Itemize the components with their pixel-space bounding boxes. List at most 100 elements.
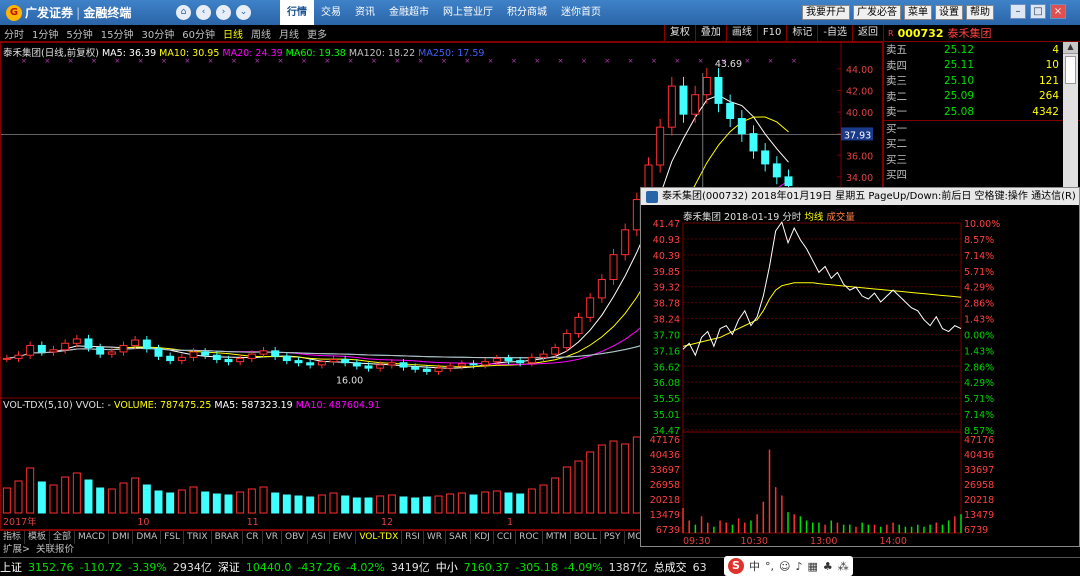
forward-icon[interactable]: › xyxy=(216,5,231,20)
popup-right-tick: 0.00% xyxy=(964,330,994,341)
period-more[interactable]: 更多 xyxy=(303,26,331,41)
return-button[interactable]: 返回 xyxy=(852,25,883,41)
home-icon[interactable]: ⌂ xyxy=(176,5,191,20)
mark-button[interactable]: 标记 xyxy=(786,25,817,41)
open-account-button[interactable]: 我要开户 xyxy=(802,5,850,20)
event-marker: × xyxy=(488,57,494,65)
f10-button[interactable]: F10 xyxy=(756,25,786,41)
ime-keyboard-icon[interactable]: ▦ xyxy=(808,560,818,573)
indicator-tab-23[interactable]: PSY xyxy=(601,530,625,544)
indicator-tab-1[interactable]: 模板 xyxy=(25,530,51,544)
indicator-tab-15[interactable]: RSI xyxy=(402,530,424,544)
indicator-tab-11[interactable]: OBV xyxy=(282,530,309,544)
period-60min[interactable]: 60分钟 xyxy=(178,26,219,41)
indicator-tab-9[interactable]: CR xyxy=(243,530,263,544)
ime-lang-icon[interactable]: 中 xyxy=(749,558,760,574)
back-icon[interactable]: ‹ xyxy=(196,5,211,20)
indicator-tab-2[interactable]: 全部 xyxy=(50,530,76,544)
intraday-popup[interactable]: 泰禾集团(000732) 2018年01月19日 星期五 PageUp/Down… xyxy=(640,187,1080,547)
period-15min[interactable]: 15分钟 xyxy=(97,26,138,41)
indicator-tab-20[interactable]: ROC xyxy=(516,530,543,544)
indicator-tab-8[interactable]: BRAR xyxy=(212,530,244,544)
indicator-tab-21[interactable]: MTM xyxy=(543,530,571,544)
bid-row[interactable]: 买二 xyxy=(884,136,1080,152)
settings-button[interactable]: 设置 xyxy=(935,5,963,20)
indicator-tab-6[interactable]: FSL xyxy=(161,530,184,544)
candle-body xyxy=(702,76,711,96)
popup-title-bar[interactable]: 泰禾集团(000732) 2018年01月19日 星期五 PageUp/Down… xyxy=(641,188,1079,205)
candle-body xyxy=(761,150,770,165)
ime-tools-icon[interactable]: ⁂ xyxy=(838,560,849,573)
period-5min[interactable]: 5分钟 xyxy=(62,26,96,41)
r-badge: R xyxy=(888,28,894,38)
indicator-tab-19[interactable]: CCI xyxy=(494,530,517,544)
expand-tab[interactable]: 扩展> xyxy=(0,543,33,556)
menu-points-mall[interactable]: 积分商城 xyxy=(500,0,554,25)
close-icon[interactable]: × xyxy=(1050,4,1066,19)
scroll-thumb[interactable] xyxy=(1065,56,1076,84)
menu-online-hall[interactable]: 网上营业厅 xyxy=(436,0,500,25)
ask-row[interactable]: 卖五 25.12 4 xyxy=(884,42,1080,58)
volume-bar xyxy=(96,487,105,514)
menu-fin-market[interactable]: 金融超市 xyxy=(382,0,436,25)
ask-row[interactable]: 卖三 25.10 121 xyxy=(884,73,1080,89)
stock-code: 000732 xyxy=(897,26,944,40)
period-daily[interactable]: 日线 xyxy=(219,26,247,41)
sh-name[interactable]: 上证 xyxy=(0,559,22,575)
indicator-tab-7[interactable]: TRIX xyxy=(184,530,212,544)
indicator-tab-22[interactable]: BOLL xyxy=(571,530,601,544)
scrollbar[interactable]: ▲ xyxy=(1063,42,1078,192)
period-1min[interactable]: 1分钟 xyxy=(28,26,62,41)
ask-row[interactable]: 卖四 25.11 10 xyxy=(884,58,1080,74)
period-weekly[interactable]: 周线 xyxy=(247,26,275,41)
volume-bar xyxy=(247,488,256,514)
indicator-tab-3[interactable]: MACD xyxy=(75,530,110,544)
bid-row[interactable]: 买一 xyxy=(884,121,1080,137)
volume-bar xyxy=(177,489,186,514)
popup-left-tick: 35.55 xyxy=(653,394,680,405)
period-monthly[interactable]: 月线 xyxy=(275,26,303,41)
indicator-tab-5[interactable]: DMA xyxy=(133,530,162,544)
help-button[interactable]: 帮助 xyxy=(966,5,994,20)
scroll-up-icon[interactable]: ▲ xyxy=(1063,42,1078,54)
candle-body xyxy=(691,94,700,115)
indicator-tab-14[interactable]: VOL-TDX xyxy=(356,530,403,544)
menu-quotes[interactable]: 行情 xyxy=(280,0,314,25)
minimize-icon[interactable]: – xyxy=(1010,4,1026,19)
ime-toolbar[interactable]: S 中 °, ☺ ♪ ▦ ♣ ⁂ xyxy=(724,556,853,576)
indicator-tab-12[interactable]: ASI xyxy=(308,530,330,544)
draw-button[interactable]: 画线 xyxy=(725,25,757,41)
expand-icon[interactable]: ⌄ xyxy=(236,5,251,20)
menu-news[interactable]: 资讯 xyxy=(348,0,382,25)
bid-row[interactable]: 买三 xyxy=(884,152,1080,168)
indicator-tab-13[interactable]: EMV xyxy=(330,530,357,544)
ime-punct-icon[interactable]: °, xyxy=(765,560,774,573)
period-intraday[interactable]: 分时 xyxy=(0,26,28,41)
remove-watchlist-button[interactable]: -自选 xyxy=(817,25,852,41)
indicator-tab-4[interactable]: DMI xyxy=(109,530,134,544)
period-30min[interactable]: 30分钟 xyxy=(137,26,178,41)
intraday-svg[interactable]: 41.47 10.00% 40.93 8.57% 40.39 7.14% 39.85 5.71… xyxy=(641,205,1079,546)
sz-name[interactable]: 深证 xyxy=(218,559,240,575)
ime-emoji-icon[interactable]: ☺ xyxy=(779,560,790,573)
adjust-button[interactable]: 复权 xyxy=(663,25,695,41)
ask-row[interactable]: 卖一 25.08 4342 xyxy=(884,104,1080,120)
indicator-tab-17[interactable]: SAR xyxy=(446,530,472,544)
ime-skin-icon[interactable]: ♣ xyxy=(823,560,833,573)
indicator-tab-16[interactable]: WR xyxy=(424,530,447,544)
related-quote-tab[interactable]: 关联报价 xyxy=(33,543,77,556)
maximize-icon[interactable]: □ xyxy=(1030,4,1046,19)
overlay-button[interactable]: 叠加 xyxy=(694,25,726,41)
qa-button[interactable]: 广发必答 xyxy=(853,5,901,20)
sogou-icon[interactable]: S xyxy=(728,558,744,574)
indicator-tab-0[interactable]: 指标 xyxy=(0,530,26,544)
ask-row[interactable]: 卖二 25.09 264 xyxy=(884,89,1080,105)
bid-row[interactable]: 买四 xyxy=(884,167,1080,183)
menu-trade[interactable]: 交易 xyxy=(314,0,348,25)
indicator-tab-10[interactable]: VR xyxy=(263,530,283,544)
menu-button[interactable]: 菜单 xyxy=(904,5,932,20)
zx-name[interactable]: 中小 xyxy=(436,559,458,575)
indicator-tab-18[interactable]: KDJ xyxy=(471,530,494,544)
menu-mini-home[interactable]: 迷你首页 xyxy=(554,0,608,25)
ime-mic-icon[interactable]: ♪ xyxy=(795,560,802,573)
